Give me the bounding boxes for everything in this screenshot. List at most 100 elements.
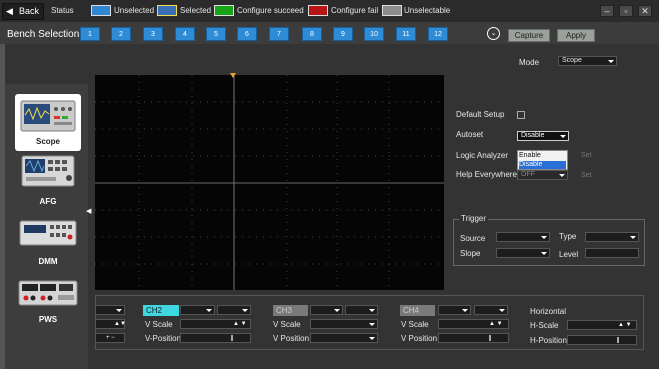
default-setup-label: Default Setup [456, 110, 505, 119]
default-setup-checkbox[interactable] [517, 111, 525, 119]
autoset-option-enable[interactable]: Enable [519, 152, 566, 160]
logic-analyzer-label: Logic Analyzer [456, 151, 509, 160]
collapse-panel-handle[interactable]: ◀ [86, 207, 92, 217]
expand-down-button[interactable]: ⌄ [487, 27, 500, 40]
help-everywhere-set-button[interactable]: Set [581, 172, 592, 179]
h-position-label: H-Position [530, 336, 567, 345]
legend-label-unselectable: Unselectable [404, 6, 451, 15]
help-everywhere-select[interactable]: OFF [517, 170, 568, 180]
ch3-coupling-select[interactable] [310, 305, 343, 315]
instrument-dmm[interactable]: DMM [15, 217, 81, 272]
trigger-position-marker[interactable] [230, 73, 236, 78]
autoset-select-value: Disable [521, 132, 545, 139]
restore-button[interactable]: ▫ [619, 5, 633, 17]
bench-button-11[interactable]: 11 [396, 27, 416, 41]
bench-button-6[interactable]: 6 [237, 27, 257, 41]
legend-swatch-unselectable [382, 5, 402, 16]
bench-button-4[interactable]: 4 [175, 27, 195, 41]
slider-thumb[interactable] [489, 335, 491, 341]
help-everywhere-select-value: OFF [521, 171, 535, 178]
trigger-source-label: Source [460, 234, 486, 243]
ch2-vscale-spinner[interactable]: ▲ ▼ [180, 319, 251, 329]
trigger-type-select[interactable] [585, 232, 639, 242]
autoset-label: Autoset [456, 130, 484, 139]
trigger-level-label: Level [559, 250, 579, 259]
bench-selection-label: Bench Selection [7, 29, 80, 40]
function-generator-icon [21, 155, 75, 187]
trigger-source-select[interactable] [496, 232, 550, 242]
bench-button-3[interactable]: 3 [143, 27, 163, 41]
chevron-left-icon: ◀ [86, 208, 92, 215]
legend-label-configure-succeed: Configure succeed [237, 6, 304, 15]
plus-minus-icon: + − [106, 335, 115, 341]
ch4-toggle-button[interactable]: CH4 [400, 305, 435, 316]
bench-button-10[interactable]: 10 [364, 27, 384, 41]
status-label: Status [51, 6, 74, 15]
back-button[interactable]: ◀ Back [2, 3, 44, 20]
logic-analyzer-set-button[interactable]: Set [581, 152, 592, 159]
apply-button[interactable]: Apply [557, 29, 595, 42]
ch4-vscale-label: V Scale [401, 320, 429, 329]
chevron-down-icon: ⌄ [490, 30, 497, 37]
minimize-button[interactable]: – [600, 5, 614, 17]
instrument-afg-label: AFG [39, 197, 57, 206]
close-button[interactable]: ✕ [638, 5, 652, 17]
ch2-coupling-select[interactable] [180, 305, 215, 315]
legend-label-configure-fail: Configure fail [331, 6, 379, 15]
autoset-select[interactable]: Disable [517, 131, 569, 141]
ch3-vscale-label: V Scale [273, 320, 301, 329]
ch2-vposition-slider[interactable] [180, 333, 251, 343]
ch2-probe-select[interactable] [217, 305, 251, 315]
mode-label: Mode [519, 58, 540, 67]
ch1-vscale-spinner[interactable]: ▲▼ [95, 319, 126, 329]
bench-button-7[interactable]: 7 [269, 27, 289, 41]
slider-thumb[interactable] [617, 337, 619, 343]
legend-label-selected: Selected [180, 6, 212, 15]
spinner-arrows-icon: ▲▼ [114, 321, 126, 327]
legend-swatch-selected [157, 5, 177, 16]
back-button-label: Back [19, 6, 40, 16]
trigger-level-input[interactable] [585, 248, 639, 258]
multimeter-icon [19, 220, 77, 246]
mode-select-value: Scope [562, 57, 582, 64]
ch2-toggle-button[interactable]: CH2 [143, 305, 179, 316]
minimize-icon: – [604, 6, 610, 16]
ch2-vscale-label: V Scale [145, 320, 173, 329]
legend-swatch-unselected [91, 5, 111, 16]
bench-button-12[interactable]: 12 [428, 27, 448, 41]
instrument-afg[interactable]: AFG [15, 154, 81, 209]
help-everywhere-label: Help Everywhere [456, 170, 517, 179]
bench-button-2[interactable]: 2 [111, 27, 131, 41]
ch4-probe-select[interactable] [474, 305, 508, 315]
ch3-vscale-select[interactable] [310, 319, 378, 329]
ch3-vposition-select[interactable] [310, 333, 378, 343]
bench-button-1[interactable]: 1 [80, 27, 100, 41]
capture-button[interactable]: Capture [508, 29, 550, 42]
ch2-vposition-label: V-Position [145, 334, 182, 343]
bench-button-9[interactable]: 9 [333, 27, 353, 41]
ch1-coupling-select[interactable] [95, 305, 125, 315]
instrument-scope-label: Scope [35, 137, 60, 146]
bench-button-8[interactable]: 8 [302, 27, 322, 41]
ch4-vscale-spinner[interactable]: ▲ ▼ [438, 319, 509, 329]
ch3-toggle-button[interactable]: CH3 [273, 305, 308, 316]
slider-thumb[interactable] [231, 335, 233, 341]
ch1-vposition-spinner[interactable]: + − [95, 333, 125, 343]
h-scale-spinner[interactable]: ▲ ▼ [567, 320, 637, 330]
spinner-arrows-icon: ▲ ▼ [233, 321, 247, 327]
autoset-option-disable[interactable]: Disable [519, 161, 566, 169]
legend-swatch-configure-fail [308, 5, 328, 16]
h-position-slider[interactable] [567, 335, 637, 345]
oscilloscope-icon [20, 100, 76, 132]
instrument-pws[interactable]: PWS [15, 279, 81, 339]
mode-select[interactable]: Scope [558, 56, 617, 66]
instrument-panel: Scope AFG DMM PWS [5, 84, 88, 369]
trigger-slope-select[interactable] [496, 248, 550, 258]
instrument-scope[interactable]: Scope [15, 94, 81, 151]
title-bar: ◀ Back Status Unselected Selected Config… [0, 0, 659, 22]
ch4-vposition-label: V Position [401, 334, 438, 343]
bench-button-5[interactable]: 5 [206, 27, 226, 41]
ch4-coupling-select[interactable] [438, 305, 471, 315]
ch3-probe-select[interactable] [345, 305, 378, 315]
ch4-vposition-slider[interactable] [438, 333, 509, 343]
